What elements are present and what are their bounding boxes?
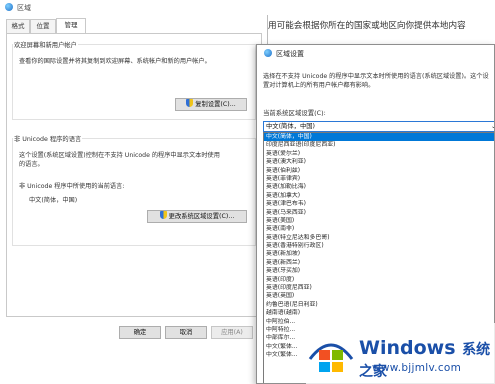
unicode-description-line-1: 这个设置(系统区域设置)控制在不支持 Unicode 的程序中显示文本时使用	[19, 152, 220, 159]
locale-option[interactable]: 英语(津巴布韦)	[264, 200, 494, 208]
cancel-button[interactable]: 取消	[165, 326, 207, 339]
locale-option[interactable]: 中文(简体，中国)	[264, 133, 494, 142]
current-language-label: 非 Unicode 程序中所使用的当前语言:	[19, 183, 125, 190]
welcome-group-label: 欢迎屏幕和新用户帐户	[13, 40, 78, 49]
tab-panel: 欢迎屏幕和新用户帐户 查看你的国际设置并将其复制到欢迎屏幕、系统帐户和新的用户帐…	[6, 33, 262, 317]
dialog-description: 选择在不支持 Unicode 的程序中显示文本时所使用的语言(系统区域设置)。这…	[263, 73, 489, 89]
welcome-description: 查看你的国际设置并将其复制到欢迎屏幕、系统帐户和新的用户帐户。	[19, 58, 211, 65]
shield-icon	[159, 211, 167, 219]
locale-option[interactable]: 英语(爱尔兰)	[264, 150, 494, 158]
locale-option[interactable]: 越南语(越南)	[264, 309, 494, 317]
chevron-down-icon[interactable]: ⌄	[491, 122, 494, 131]
system-locale-select-value: 中文(简体，中国)	[266, 123, 315, 130]
locale-option[interactable]: 英语(伯利兹)	[264, 167, 494, 175]
watermark-url: www.bjjmlv.com	[372, 362, 462, 374]
locale-option[interactable]: 英语(香港特别行政区)	[264, 242, 494, 250]
region-window-titlebar: 区域	[0, 0, 268, 15]
locale-option[interactable]: 英语(美国)	[264, 217, 494, 225]
locale-option[interactable]: 英语(英国)	[264, 292, 494, 300]
locale-option[interactable]: 英语(南非)	[264, 225, 494, 233]
current-language-value: 中文(简体，中国)	[29, 197, 78, 204]
windows-logo-icon	[308, 343, 354, 372]
ok-button[interactable]: 确定	[119, 326, 161, 339]
change-system-locale-label: 更改系统区域设置(C)...	[168, 213, 235, 220]
region-window-title: 区域	[17, 4, 31, 12]
unicode-description-line-2: 的语言。	[19, 161, 44, 168]
watermark-brand: Windows	[359, 337, 456, 359]
current-locale-label: 当前系统区域设置(C):	[263, 109, 326, 117]
page-text: 用可能会根据你所在的国家或地区向你提供本地内容	[268, 21, 466, 31]
copy-settings-button[interactable]: 复制设置(C)...	[175, 98, 247, 111]
region-window: 区域 格式 位置 管理 欢迎屏幕和新用户帐户 查看你的国际设置并将其复制到欢迎屏…	[0, 0, 268, 384]
locale-option[interactable]: 英语(牙买加)	[264, 267, 494, 275]
locale-option[interactable]: 英语(加拿大)	[264, 192, 494, 200]
watermark-title: Windows 系统之家	[359, 337, 495, 381]
locale-option[interactable]: 英语(印度尼西亚)	[264, 284, 494, 292]
apply-button[interactable]: 应用(A)	[211, 326, 253, 339]
tab-format[interactable]: 格式	[6, 19, 30, 33]
globe-icon	[5, 3, 13, 11]
locale-option[interactable]: 英语(加勒比海)	[264, 183, 494, 191]
locale-option[interactable]: 英语(马来西亚)	[264, 209, 494, 217]
watermark: Windows 系统之家 www.bjjmlv.com	[306, 323, 495, 384]
tab-administrative[interactable]: 管理	[56, 18, 86, 33]
dialog-title: 区域设置	[276, 50, 304, 58]
dialog-titlebar: 区域设置	[257, 45, 494, 61]
locale-option[interactable]: 英语(新加坡)	[264, 250, 494, 258]
locale-option[interactable]: 英语(澳大利亚)	[264, 158, 494, 166]
change-system-locale-button[interactable]: 更改系统区域设置(C)...	[147, 210, 247, 223]
locale-option[interactable]: 英语(印度)	[264, 276, 494, 284]
locale-option[interactable]: 英语(特立尼达和多巴哥)	[264, 234, 494, 242]
system-locale-select[interactable]: 中文(简体，中国) ⌄	[263, 121, 494, 132]
locale-option[interactable]: 约鲁巴语(尼日利亚)	[264, 301, 494, 309]
locale-option[interactable]: 英语(新西兰)	[264, 259, 494, 267]
copy-settings-label: 复制设置(C)...	[195, 101, 236, 108]
tab-location[interactable]: 位置	[30, 19, 56, 33]
unicode-group-label: 非 Unicode 程序的语言	[13, 134, 83, 143]
shield-icon	[186, 99, 194, 107]
locale-option[interactable]: 英语(菲律宾)	[264, 175, 494, 183]
locale-option[interactable]: 印度尼西亚语(印度尼西亚)	[264, 141, 494, 149]
globe-icon	[264, 49, 272, 57]
